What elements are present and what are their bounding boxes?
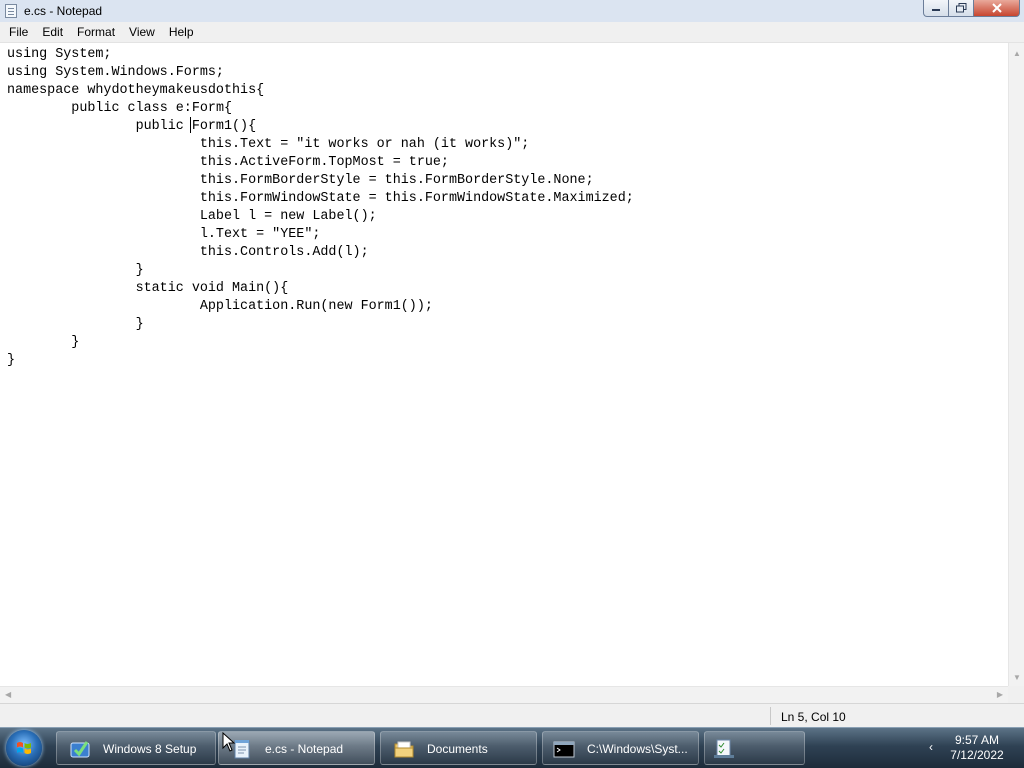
taskbar-item-label: e.cs - Notepad [265,742,344,756]
clock-time: 9:57 AM [954,733,1000,747]
maximize-button[interactable] [949,0,974,17]
menu-edit[interactable]: Edit [37,25,68,39]
mouse-pointer-icon [222,732,236,752]
scroll-down-arrow-icon[interactable]: ▼ [1013,673,1021,682]
scroll-up-arrow-icon[interactable]: ▲ [1013,49,1021,58]
system-clock[interactable]: 9:57 AM 7/12/2022 [944,733,1010,763]
scroll-right-arrow-icon[interactable]: ▶ [997,690,1003,699]
window-title: e.cs - Notepad [24,4,103,18]
taskbar-item-label: Windows 8 Setup [103,742,197,756]
cmd-icon [553,741,575,758]
status-bar: Ln 5, Col 10 [0,703,1024,727]
menu-bar: File Edit Format View Help [0,22,1024,43]
horizontal-scrollbar[interactable]: ◀ ▶ [0,686,1008,703]
clock-date: 7/12/2022 [950,748,1004,762]
status-separator [770,707,771,725]
task-manager-icon [714,739,734,758]
menu-format[interactable]: Format [72,25,120,39]
setup-icon [70,741,90,758]
minimize-icon [932,9,940,11]
text-caret [190,117,191,133]
title-bar[interactable]: e.cs - Notepad [0,0,1024,23]
taskbar-item-documents[interactable]: Documents [380,731,537,765]
window-controls [923,0,1020,18]
taskbar-item-notepad[interactable]: e.cs - Notepad [218,731,375,765]
windows-logo-icon [17,742,31,754]
editor-content[interactable]: using System; using System.Windows.Forms… [0,43,1008,370]
notepad-icon [5,4,17,18]
menu-file[interactable]: File [4,25,33,39]
taskbar: Windows 8 Setup e.cs - Notepad Documents… [0,727,1024,768]
text-editor[interactable]: using System; using System.Windows.Forms… [0,43,1008,686]
close-button[interactable] [974,0,1020,17]
taskbar-item-windows-8-setup[interactable]: Windows 8 Setup [56,731,216,765]
taskbar-item-command-prompt[interactable]: C:\Windows\Syst... [542,731,699,765]
minimize-button[interactable] [923,0,949,17]
scroll-left-arrow-icon[interactable]: ◀ [5,690,11,699]
show-hidden-icons-chevron-icon[interactable]: ‹ [929,740,933,754]
menu-view[interactable]: View [124,25,160,39]
taskbar-item-task-manager[interactable] [704,731,805,765]
cursor-position: Ln 5, Col 10 [781,710,846,724]
restore-icon [955,3,966,13]
folder-icon [394,741,414,758]
taskbar-item-label: C:\Windows\Syst... [587,742,688,756]
start-button[interactable] [6,730,42,766]
menu-help[interactable]: Help [164,25,199,39]
vertical-scrollbar[interactable]: ▲ ▼ [1008,43,1024,686]
scrollbar-corner [1008,686,1024,703]
close-icon [991,3,1002,13]
taskbar-item-label: Documents [427,742,488,756]
